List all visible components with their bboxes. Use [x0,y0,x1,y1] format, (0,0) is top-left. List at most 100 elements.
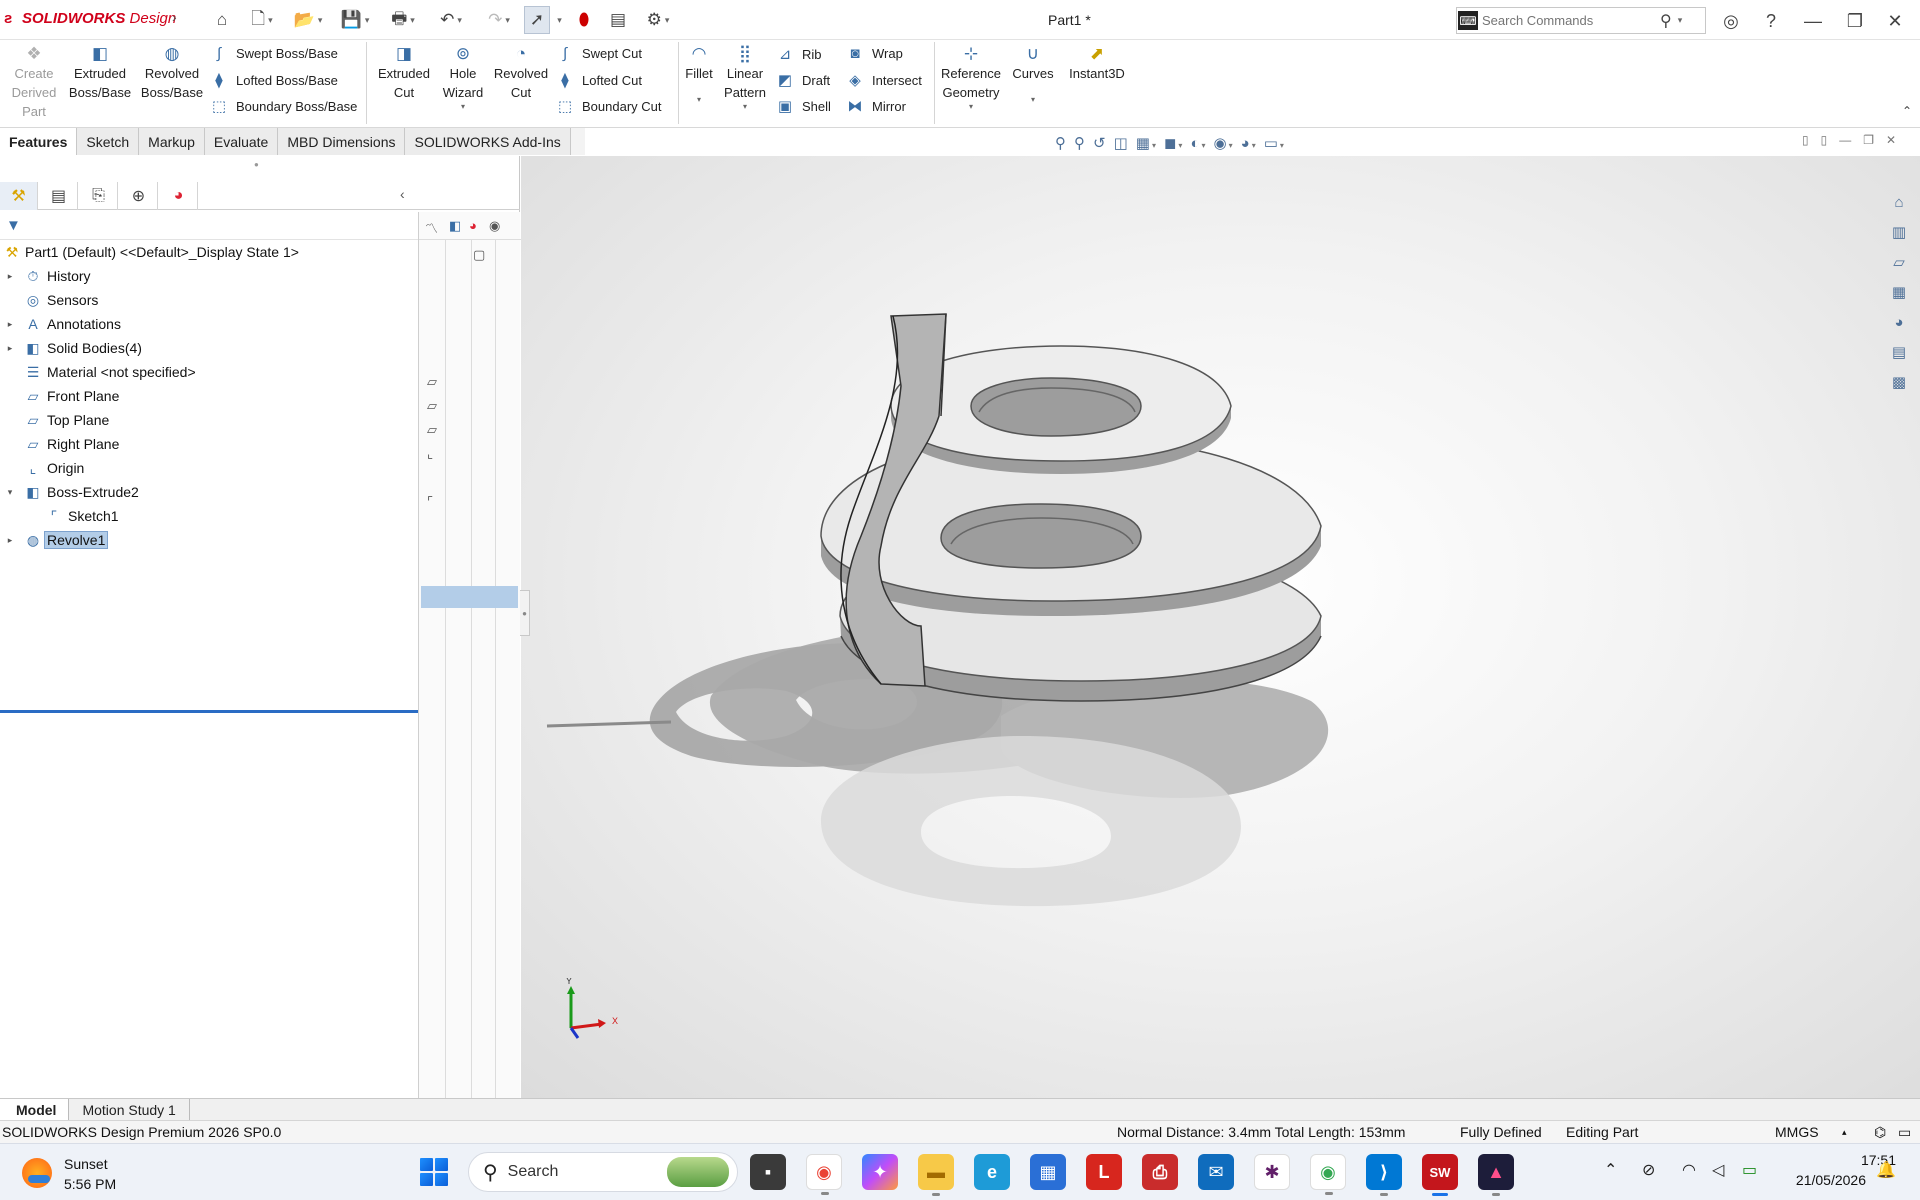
start-button[interactable] [420,1158,448,1186]
panel-grip-icon[interactable]: ● [254,160,259,169]
search-icon[interactable]: ⚲ [1660,11,1672,31]
select-button[interactable]: ➚ [524,6,550,34]
app-l-icon[interactable]: L [1086,1154,1122,1190]
hide-show-icon[interactable]: 〽 [425,218,438,237]
tree-item[interactable]: ▾ ◧ Boss-Extrude2 [0,480,418,504]
view-palette-icon[interactable]: ▦ [1884,278,1914,306]
reference-geometry-dropdown-icon[interactable]: ▾ [969,102,973,112]
tab-features[interactable]: Features [0,128,78,155]
create-derived-part-button[interactable]: ❖ Create Derived Part [6,44,62,121]
display-mode-icon[interactable]: ◧ [449,218,461,234]
new-document-button[interactable]: 🗋 ▾ [244,6,280,34]
fillet-button[interactable]: ◠ Fillet ▾ [680,44,718,105]
zoom-to-area-icon[interactable]: ⚲ [1074,134,1085,152]
tree-item[interactable]: ▱ Top Plane [0,408,418,432]
section-view-icon[interactable]: ◫ [1114,134,1128,152]
open-document-button[interactable]: 📂 ▾ [290,6,326,34]
tab-sketch[interactable]: Sketch [77,128,140,155]
search-dropdown-icon[interactable]: ▾ [1678,15,1683,26]
panel-splitter-handle[interactable]: ● [520,590,530,636]
print-button[interactable]: 🖶 ▾ [384,6,422,34]
select-dropdown[interactable]: ▾ [552,6,564,34]
boundary-boss-button[interactable]: ⬚ Boundary Boss/Base [210,97,358,115]
menu-expand-icon[interactable]: › [172,9,177,25]
dynamic-annotation-icon[interactable]: ▦ ▾ [1136,134,1156,152]
file-properties-icon[interactable]: ▤ [604,6,632,34]
instant3d-button[interactable]: ⬈ Instant3D [1062,44,1132,83]
viewport-close-icon[interactable]: ✕ [1886,133,1896,147]
save-button[interactable]: 💾 ▾ [336,6,374,34]
help-icon[interactable]: ? [1758,8,1784,34]
minimize-icon[interactable]: — [1800,8,1826,34]
origin-visibility-icon[interactable]: ⌞ [427,446,433,462]
viewport-minimize-icon[interactable]: — [1839,133,1851,147]
chrome-app-icon[interactable]: ◉ [806,1154,842,1195]
design-library-icon[interactable]: ▥ [1884,218,1914,246]
hole-wizard-dropdown-icon[interactable]: ▾ [461,102,465,112]
sync-status-icon[interactable]: ⊘ [1642,1160,1655,1180]
tree-item[interactable]: ▱ Right Plane [0,432,418,456]
display-manager-tab[interactable]: ◕ [160,182,198,210]
store-app-icon[interactable]: ▦ [1030,1154,1066,1190]
tree-item[interactable]: ◎ Sensors [0,288,418,312]
tree-item[interactable]: ▸ A Annotations [0,312,418,336]
solidworks-resources-icon[interactable]: ⌂ [1884,188,1914,216]
display-style-icon[interactable]: ◐ ▾ [1190,135,1205,152]
revolved-cut-button[interactable]: ◔ Revolved Cut [492,44,550,102]
draft-button[interactable]: ◩ Draft [776,71,830,89]
apply-scene-icon[interactable]: ◕ ▾ [1241,135,1256,152]
tree-item[interactable]: ⌜ Sketch1 [0,504,418,528]
battery-icon[interactable]: ▭ [1742,1160,1757,1180]
restore-icon[interactable]: ❐ [1842,8,1868,34]
curves-button[interactable]: ∪ Curves ▾ [1008,44,1058,105]
search-commands-input[interactable] [1482,13,1658,28]
feature-manager-tab[interactable]: ⚒ [0,182,38,210]
tab-mbd-dimensions[interactable]: MBD Dimensions [278,128,406,155]
file-explorer-app-icon[interactable]: ▬ [918,1154,954,1196]
dimxpert-manager-tab[interactable]: ⊕ [120,182,158,210]
appearances-icon[interactable]: ◕ [1884,308,1914,336]
solidworks-app-icon[interactable]: SW [1422,1154,1458,1196]
swept-cut-button[interactable]: ∫ Swept Cut [556,45,642,62]
edit-appearance-icon[interactable]: ◉ ▾ [1214,134,1233,152]
graphics-area[interactable] [521,156,1920,1098]
linear-pattern-dropdown-icon[interactable]: ▾ [743,102,747,112]
boundary-cut-button[interactable]: ⬚ Boundary Cut [556,97,662,115]
rollback-bar[interactable] [0,710,418,713]
show-hidden-icons[interactable]: ⌃ [1604,1160,1617,1180]
tab-motion-study-1[interactable]: Motion Study 1 [69,1099,190,1120]
home-icon[interactable]: ⌂ [208,6,236,34]
display-pane-selected-row[interactable] [421,586,518,608]
mirror-button[interactable]: ⧓ Mirror [846,97,906,115]
lofted-boss-button[interactable]: ⧫ Lofted Boss/Base [210,71,338,89]
tree-filter-row[interactable]: ▼ [0,212,418,240]
forum-icon[interactable]: ▩ [1884,368,1914,396]
viewport-restore-icon[interactable]: ❐ [1863,133,1874,147]
reference-geometry-button[interactable]: ⊹ Reference Geometry ▾ [936,44,1006,112]
expand-arrow-icon[interactable]: ▸ [4,535,16,546]
task-view-icon[interactable]: ▪ [750,1154,786,1190]
extruded-boss-button[interactable]: ◧ Extruded Boss/Base [68,44,132,102]
tree-item[interactable]: ☰ Material <not specified> [0,360,418,384]
taskbar-search[interactable]: ⚲ Search [468,1152,738,1192]
lofted-cut-button[interactable]: ⧫ Lofted Cut [556,71,642,89]
swept-boss-button[interactable]: ∫ Swept Boss/Base [210,45,338,62]
tree-item[interactable]: ▱ Front Plane [0,384,418,408]
transparency-icon[interactable]: ◉ [489,218,500,234]
app-logo[interactable]: ƨ SOLIDWORKS Design [4,10,176,27]
clock-date[interactable]: 21/05/2026 [1786,1172,1866,1188]
wifi-icon[interactable]: ◠ [1682,1160,1696,1180]
tab-markup[interactable]: Markup [139,128,205,155]
file-explorer-icon[interactable]: ▱ [1884,248,1914,276]
sketch1-visibility-icon[interactable]: ⌜ [427,494,433,510]
notifications-icon[interactable]: 🔔 [1876,1160,1896,1180]
linear-pattern-button[interactable]: ⣿ Linear Pattern ▾ [718,44,772,112]
revolved-boss-button[interactable]: ◍ Revolved Boss/Base [138,44,206,102]
top-plane-visibility-icon[interactable]: ▱ [427,398,437,414]
expand-arrow-icon[interactable]: ▸ [4,271,16,282]
tab-model[interactable]: Model [0,1099,70,1120]
collapse-arrow-icon[interactable]: ▾ [4,487,16,498]
vscode-app-icon[interactable]: ⟩ [1366,1154,1402,1196]
collapse-panel-icon[interactable]: ‹ [400,186,405,202]
previous-view-icon[interactable]: ↺ [1093,134,1106,152]
